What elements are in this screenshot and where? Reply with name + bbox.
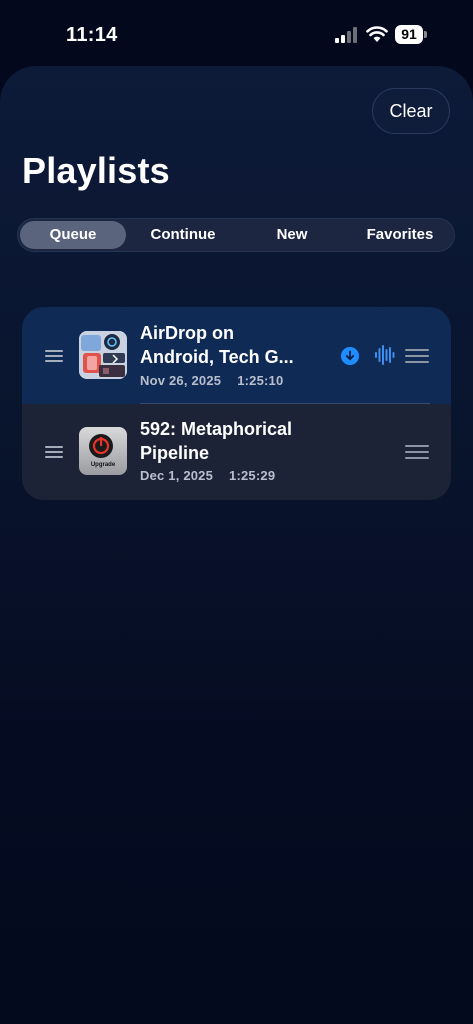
tab-new[interactable]: New [238,221,346,249]
episode-date: Dec 1, 2025 [140,468,214,483]
clear-button[interactable]: Clear [372,88,450,134]
reorder-icon[interactable] [405,349,429,367]
tab-continue[interactable]: Continue [128,221,238,249]
tab-queue[interactable]: Queue [20,221,126,249]
episode-artwork: Upgrade [79,427,127,475]
episode-duration: 1:25:10 [237,373,284,388]
status-time: 11:14 [66,24,118,46]
queue-row[interactable]: AirDrop on Android, Tech G... Nov 26, 20… [22,307,451,404]
status-bar: 11:14 91 [0,0,473,66]
playlists-sheet [0,66,473,1024]
download-icon [341,347,359,365]
episode-duration: 1:25:29 [229,468,276,483]
drag-handle-icon[interactable] [45,350,63,365]
playlist-segmented-control: Queue Continue New Favorites [17,218,455,252]
episode-artwork [79,331,127,379]
episode-title: AirDrop on Android, Tech G... [140,323,294,367]
queue-row[interactable]: Upgrade 592: Metaphorical Pipeline Dec 1… [22,404,451,500]
page-title: Playlists [22,150,170,191]
battery-icon: 91 [395,25,427,44]
episode-meta: Nov 26, 2025 1:25:10 [140,373,283,388]
episode-date: Nov 26, 2025 [140,373,222,388]
wifi-icon [366,26,388,42]
drag-handle-icon[interactable] [45,446,63,461]
waveform-icon [375,345,395,365]
episode-meta: Dec 1, 2025 1:25:29 [140,468,275,483]
signal-icon [335,27,357,43]
artwork-label: Upgrade [90,462,116,468]
tab-favorites[interactable]: Favorites [346,221,454,249]
battery-level: 91 [395,25,423,44]
queue-list: AirDrop on Android, Tech G... Nov 26, 20… [22,307,451,500]
episode-title: 592: Metaphorical Pipeline [140,419,293,463]
reorder-icon[interactable] [405,445,429,463]
